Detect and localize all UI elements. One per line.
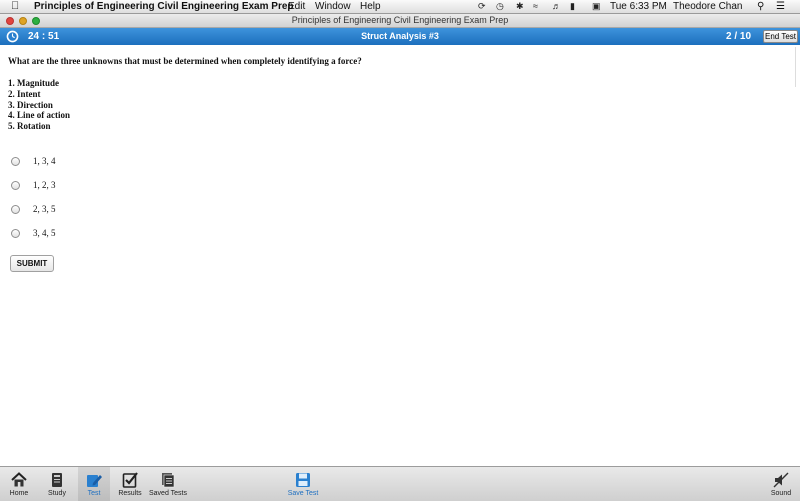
test-tab[interactable]: Test <box>78 467 110 501</box>
menu-app-name[interactable]: Principles of Engineering Civil Engineer… <box>34 0 294 13</box>
answer-option-label[interactable]: 1, 3, 4 <box>33 156 56 166</box>
menu-help[interactable]: Help <box>360 0 381 13</box>
end-test-button[interactable]: End Test <box>763 30 798 43</box>
window-title: Principles of Engineering Civil Engineer… <box>291 15 509 25</box>
question-progress: 2 / 10 <box>726 31 752 42</box>
floppy-icon <box>296 473 310 487</box>
saved-tests-tab[interactable]: Saved Tests <box>147 467 189 501</box>
apple-icon[interactable]:  <box>11 0 19 13</box>
menu-clock[interactable]: Tue 6:33 PM <box>610 0 667 13</box>
results-tab[interactable]: Results <box>115 467 145 501</box>
radio-button[interactable] <box>11 157 20 166</box>
speaker-muted-icon <box>773 472 789 488</box>
volume-icon[interactable]: ♬ <box>552 0 561 13</box>
menu-edit[interactable]: Edit <box>288 0 305 13</box>
minimize-window-button[interactable] <box>19 17 27 25</box>
display-icon[interactable]: ▣ <box>592 0 601 13</box>
bottom-toolbar: Home Study Test Results Saved Tests Save… <box>0 466 800 501</box>
radio-button[interactable] <box>11 229 20 238</box>
test-label: Test <box>87 490 101 497</box>
wifi-icon[interactable]: ≈ <box>533 0 538 13</box>
bluetooth-icon[interactable]: ✱ <box>516 0 524 13</box>
statement-item: 1. Magnitude <box>8 78 60 88</box>
question-set-title: Struct Analysis #3 <box>361 31 439 41</box>
test-header: 24 : 51 Struct Analysis #3 2 / 10 End Te… <box>0 28 800 45</box>
home-tab[interactable]: Home <box>4 467 34 501</box>
study-tab[interactable]: Study <box>42 467 72 501</box>
divider <box>795 47 796 87</box>
statement-item: 4. Line of action <box>8 110 70 121</box>
home-icon <box>11 472 27 487</box>
pencil-icon <box>87 475 102 487</box>
study-label: Study <box>48 490 66 497</box>
home-label: Home <box>9 490 29 497</box>
radio-button[interactable] <box>11 181 20 190</box>
time-machine-icon[interactable]: ◷ <box>496 0 504 13</box>
sound-label: Sound <box>770 490 792 497</box>
checklist-icon <box>122 472 138 488</box>
save-test-label: Save Test <box>287 490 319 497</box>
close-window-button[interactable] <box>6 17 14 25</box>
radio-button[interactable] <box>11 205 20 214</box>
menu-window[interactable]: Window <box>315 0 351 13</box>
statement-item: 5. Rotation <box>8 121 51 132</box>
statement-item: 2. Intent <box>8 88 41 99</box>
question-text: What are the three unknowns that must be… <box>8 56 362 66</box>
zoom-window-button[interactable] <box>32 17 40 25</box>
results-label: Results <box>118 490 142 497</box>
menu-bar:  Principles of Engineering Civil Engine… <box>0 0 800 14</box>
submit-button[interactable]: SUBMIT <box>10 255 54 272</box>
save-test-button[interactable]: Save Test <box>284 467 322 501</box>
statement-item: 3. Direction <box>8 99 53 110</box>
saved-tests-label: Saved Tests <box>148 490 187 497</box>
book-icon <box>52 473 62 487</box>
answer-option-label[interactable]: 3, 4, 5 <box>33 228 56 238</box>
battery-icon[interactable]: ▮ <box>570 0 575 13</box>
answer-option-label[interactable]: 2, 3, 5 <box>33 204 56 214</box>
sound-toggle[interactable]: Sound <box>764 467 798 501</box>
spotlight-icon[interactable]: ⚲ <box>757 0 764 13</box>
notification-list-icon[interactable]: ☰ <box>776 0 785 13</box>
sync-icon[interactable]: ⟳ <box>478 0 486 13</box>
documents-icon <box>162 473 175 488</box>
answer-option-label[interactable]: 1, 2, 3 <box>33 180 56 190</box>
menu-user[interactable]: Theodore Chan <box>673 0 743 13</box>
statement-list: 1. Magnitude 2. Intent 3. Direction 4. L… <box>8 78 70 132</box>
window-titlebar: Principles of Engineering Civil Engineer… <box>0 14 800 28</box>
